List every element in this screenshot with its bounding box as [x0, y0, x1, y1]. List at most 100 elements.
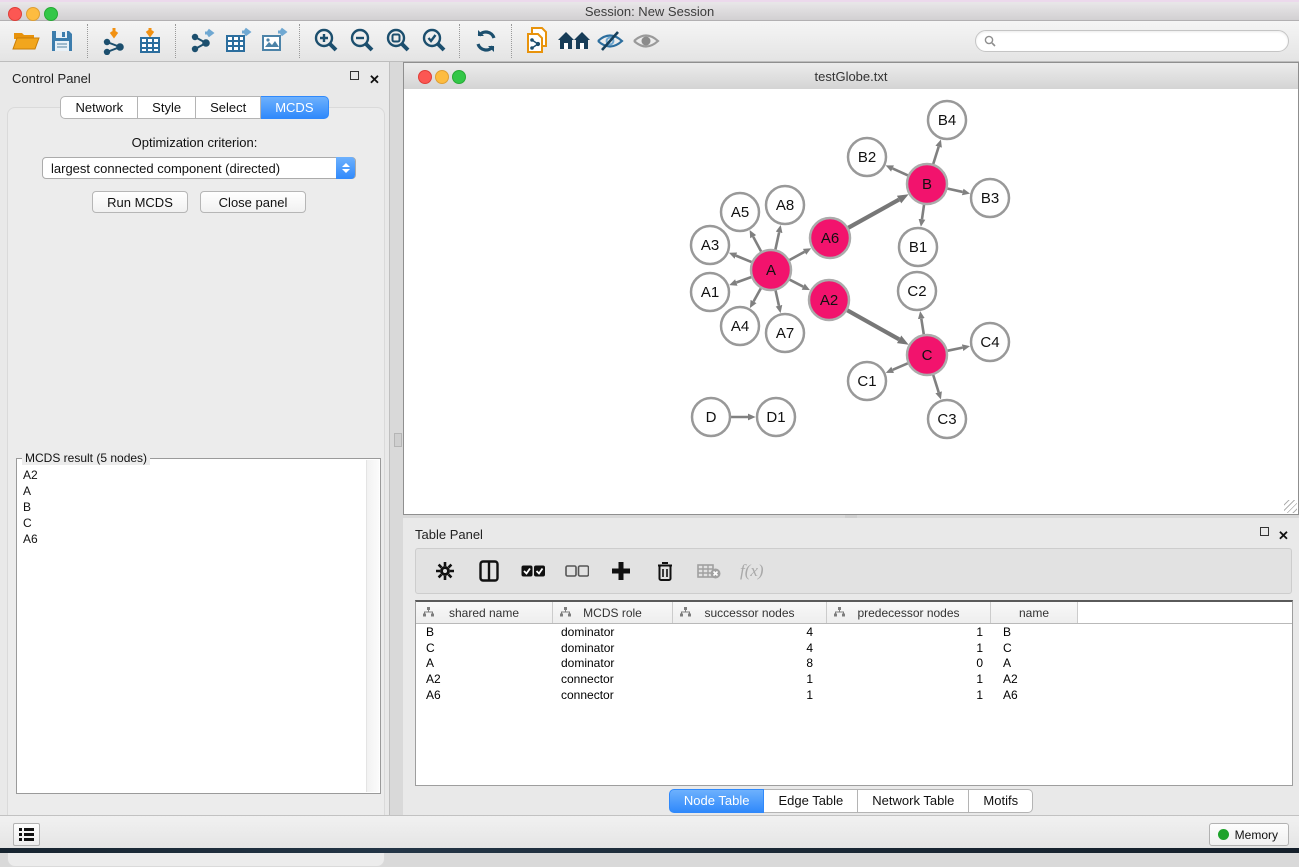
- table-cell[interactable]: connector: [553, 672, 673, 686]
- graph-edge-C-C1[interactable]: [893, 363, 909, 370]
- table-cell[interactable]: C: [991, 641, 1078, 655]
- graph-edge-A-A4[interactable]: [754, 287, 762, 301]
- graph-node-D[interactable]: D: [692, 398, 730, 436]
- graph-edge-C-C2[interactable]: [921, 319, 924, 336]
- table-cell[interactable]: B: [416, 625, 553, 639]
- zoom-selected-icon[interactable]: [416, 24, 452, 58]
- table-cell[interactable]: A: [991, 656, 1078, 670]
- zoom-fit-icon[interactable]: [380, 24, 416, 58]
- graph-edge-A-A2[interactable]: [789, 279, 803, 286]
- mcds-result-item[interactable]: A6: [23, 531, 362, 547]
- search-input[interactable]: [975, 30, 1289, 52]
- network-window-titlebar[interactable]: testGlobe.txt: [404, 63, 1298, 90]
- run-mcds-button[interactable]: Run MCDS: [92, 191, 188, 213]
- table-row[interactable]: Bdominator41B: [416, 624, 1292, 640]
- clone-network-icon[interactable]: [520, 24, 556, 58]
- tab-motifs[interactable]: Motifs: [969, 789, 1033, 813]
- network-canvas[interactable]: AA1A2A3A4A5A6A7A8BB1B2B3B4CC1C2C3C4DD1: [404, 89, 1298, 514]
- table-cell[interactable]: A: [416, 656, 553, 670]
- zoom-out-icon[interactable]: [344, 24, 380, 58]
- table-cell[interactable]: 1: [827, 625, 991, 639]
- graph-edge-C-C3[interactable]: [933, 374, 939, 392]
- graph-node-D1[interactable]: D1: [757, 398, 795, 436]
- mcds-result-item[interactable]: C: [23, 515, 362, 531]
- graph-node-A1[interactable]: A1: [691, 273, 729, 311]
- zoom-in-icon[interactable]: [308, 24, 344, 58]
- table-cell[interactable]: A2: [416, 672, 553, 686]
- graph-node-B3[interactable]: B3: [971, 179, 1009, 217]
- graph-edge-A-A3[interactable]: [736, 256, 753, 263]
- add-column-icon[interactable]: [608, 558, 634, 584]
- graph-edge-A-A8[interactable]: [775, 232, 779, 250]
- select-all-checks-icon[interactable]: [520, 558, 546, 584]
- column-header-shared-name[interactable]: shared name: [416, 602, 553, 623]
- graph-edge-A-A1[interactable]: [736, 277, 752, 283]
- deselect-all-checks-icon[interactable]: [564, 558, 590, 584]
- graph-node-A7[interactable]: A7: [766, 314, 804, 352]
- graph-node-B2[interactable]: B2: [848, 138, 886, 176]
- float-table-panel-icon[interactable]: [1260, 527, 1272, 539]
- table-cell[interactable]: C: [416, 641, 553, 655]
- export-table-icon[interactable]: [220, 24, 256, 58]
- tab-style[interactable]: Style: [138, 96, 196, 119]
- graph-node-A5[interactable]: A5: [721, 193, 759, 231]
- close-panel-button[interactable]: Close panel: [200, 191, 306, 213]
- criterion-dropdown[interactable]: largest connected component (directed): [42, 157, 356, 179]
- table-row[interactable]: A6connector11A6: [416, 687, 1292, 703]
- eye-icon[interactable]: [628, 24, 664, 58]
- table-cell[interactable]: B: [991, 625, 1078, 639]
- import-network-icon[interactable]: [96, 24, 132, 58]
- mcds-result-item[interactable]: B: [23, 499, 362, 515]
- gear-icon[interactable]: [432, 558, 458, 584]
- table-cell[interactable]: dominator: [553, 656, 673, 670]
- graph-node-A3[interactable]: A3: [691, 226, 729, 264]
- table-row[interactable]: Adominator80A: [416, 656, 1292, 672]
- trash-icon[interactable]: [652, 558, 678, 584]
- graph-edge-C-C4[interactable]: [947, 348, 963, 351]
- table-cell[interactable]: dominator: [553, 641, 673, 655]
- graph-edge-A2-C[interactable]: [846, 310, 899, 340]
- eye-slash-icon[interactable]: [592, 24, 628, 58]
- graph-edge-A-A6[interactable]: [789, 252, 805, 261]
- table-cell[interactable]: 4: [673, 625, 827, 639]
- tab-edge-table[interactable]: Edge Table: [764, 789, 858, 813]
- tab-node-table[interactable]: Node Table: [669, 789, 765, 813]
- close-panel-icon[interactable]: ✕: [369, 71, 381, 83]
- graph-node-A2[interactable]: A2: [809, 280, 849, 320]
- columns-icon[interactable]: [476, 558, 502, 584]
- import-table-icon[interactable]: [132, 24, 168, 58]
- tab-network[interactable]: Network: [60, 96, 138, 119]
- table-cell[interactable]: connector: [553, 688, 673, 702]
- table-row[interactable]: A2connector11A2: [416, 671, 1292, 687]
- delete-table-icon[interactable]: [696, 558, 722, 584]
- table-cell[interactable]: A2: [991, 672, 1078, 686]
- task-history-list-icon[interactable]: [13, 823, 40, 846]
- table-cell[interactable]: A6: [416, 688, 553, 702]
- graph-edge-B-B3[interactable]: [947, 188, 963, 192]
- memory-button[interactable]: Memory: [1209, 823, 1289, 846]
- table-cell[interactable]: 1: [827, 672, 991, 686]
- graph-edge-B-B2[interactable]: [893, 168, 909, 175]
- column-header-MCDS-role[interactable]: MCDS role: [553, 602, 673, 623]
- save-floppy-icon[interactable]: [44, 24, 80, 58]
- table-cell[interactable]: 1: [673, 672, 827, 686]
- table-cell[interactable]: A6: [991, 688, 1078, 702]
- graph-node-B[interactable]: B: [907, 164, 947, 204]
- column-header-name[interactable]: name: [991, 602, 1078, 623]
- splitter-grip[interactable]: [394, 433, 402, 447]
- export-image-icon[interactable]: [256, 24, 292, 58]
- graph-node-C2[interactable]: C2: [898, 272, 936, 310]
- table-cell[interactable]: 1: [827, 688, 991, 702]
- table-cell[interactable]: 8: [673, 656, 827, 670]
- float-panel-icon[interactable]: [350, 71, 362, 83]
- graph-edge-B-B4[interactable]: [933, 147, 939, 165]
- graph-edge-B-B1[interactable]: [922, 204, 924, 219]
- graph-node-C4[interactable]: C4: [971, 323, 1009, 361]
- column-header-predecessor-nodes[interactable]: predecessor nodes: [827, 602, 991, 623]
- function-builder-icon[interactable]: f(x): [740, 561, 764, 581]
- graph-node-A8[interactable]: A8: [766, 186, 804, 224]
- table-cell[interactable]: 1: [673, 688, 827, 702]
- table-row[interactable]: Cdominator41C: [416, 640, 1292, 656]
- column-header-successor-nodes[interactable]: successor nodes: [673, 602, 827, 623]
- graph-node-A[interactable]: A: [751, 250, 791, 290]
